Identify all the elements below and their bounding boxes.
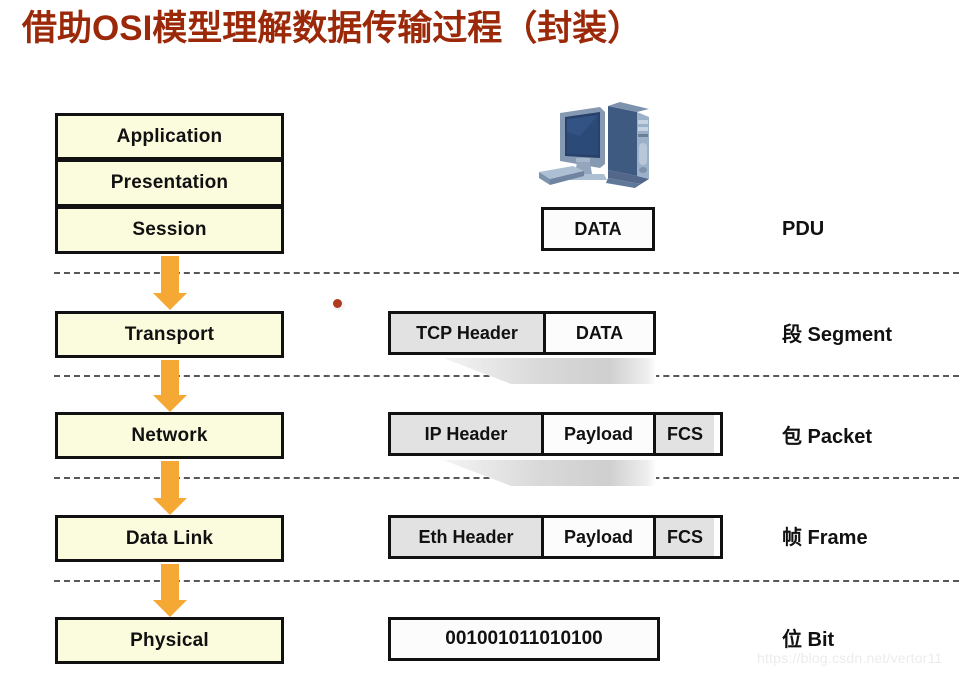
layer-box-network[interactable]: Network: [55, 412, 284, 459]
pdu-cell-tcp-header: TCP Header: [391, 314, 543, 352]
layer-label: Physical: [130, 629, 209, 651]
layer-box-session[interactable]: Session: [55, 207, 284, 254]
pdu-label-bit: 位 Bit: [782, 629, 835, 651]
pdu-cell-payload: Payload: [541, 415, 653, 453]
pdu-cell-eth-header: Eth Header: [391, 518, 541, 556]
pdu-cell-bitstream: 001001011010100: [391, 620, 657, 658]
layer-box-presentation[interactable]: Presentation: [55, 160, 284, 207]
pdu-box-application[interactable]: DATA: [541, 207, 655, 251]
pdu-cell-fcs: FCS: [653, 415, 714, 453]
pdu-label-packet: 包 Packet: [782, 426, 873, 448]
layer-label: Presentation: [110, 172, 229, 193]
pdu-cell-fcs: FCS: [653, 518, 714, 556]
pdu-cell-ip-header: IP Header: [391, 415, 541, 453]
page-title: 借助OSI模型理解数据传输过程（封装）: [22, 9, 643, 48]
layer-label: Application: [116, 125, 223, 147]
layer-box-physical[interactable]: Physical: [55, 617, 284, 664]
pdu-cell-data: DATA: [543, 314, 653, 352]
down-arrow-icon-network-datalink: [153, 461, 187, 515]
layer-label: Transport: [124, 323, 215, 345]
down-arrow-icon-transport-network: [153, 360, 187, 412]
divider-datalink-physical: [54, 580, 959, 582]
pdu-label-segment: 段 Segment: [782, 324, 893, 346]
layer-label: Session: [132, 219, 207, 240]
down-arrow-icon-datalink-physical: [153, 564, 187, 617]
pdu-cell-payload: Payload: [541, 518, 653, 556]
pdu-box-transport[interactable]: TCP Header DATA: [388, 311, 656, 355]
encapsulation-funnel-network: [443, 460, 656, 486]
layer-box-transport[interactable]: Transport: [55, 311, 284, 358]
pdu-cell-data: DATA: [544, 210, 652, 248]
layer-box-application[interactable]: Application: [55, 113, 284, 160]
desktop-computer-icon: [536, 100, 660, 192]
pdu-box-data-link[interactable]: Eth Header Payload FCS: [388, 515, 723, 559]
pdu-box-physical[interactable]: 001001011010100: [388, 617, 660, 661]
layer-label: Data Link: [125, 527, 214, 549]
layer-box-data-link[interactable]: Data Link: [55, 515, 284, 562]
pdu-label-frame: 帧 Frame: [782, 527, 868, 549]
pdu-label-pdu: PDU: [782, 218, 825, 240]
cursor-dot-artifact: [333, 299, 342, 308]
watermark-text: https://blog.csdn.net/vertor11: [757, 650, 943, 666]
pdu-box-network[interactable]: IP Header Payload FCS: [388, 412, 723, 456]
down-arrow-icon-session-transport: [153, 256, 187, 310]
divider-session-transport: [54, 272, 959, 274]
layer-label: Network: [131, 424, 208, 446]
encapsulation-funnel-transport: [443, 358, 656, 384]
